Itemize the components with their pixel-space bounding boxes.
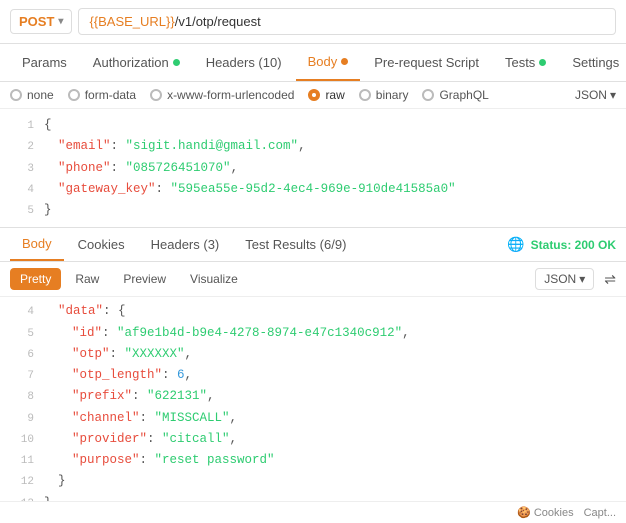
request-tab-bar: Params Authorization Headers (10) Body P… [0,44,626,82]
bottom-bar: 🍪 Cookies Capt... [0,501,626,523]
tab-tests[interactable]: Tests [493,45,558,80]
body-type-graphql[interactable]: GraphQL [422,88,488,102]
resp-line-11: 11 "purpose": "reset password" [0,450,626,471]
body-type-form-data[interactable]: form-data [68,88,136,102]
urlencoded-radio [150,89,162,101]
fmt-visualize[interactable]: Visualize [180,268,248,290]
req-line-1: 1 { [0,115,626,136]
tab-headers[interactable]: Headers (10) [194,45,294,80]
resp-json-chevron-icon: ▾ [579,272,585,286]
resp-tab-headers[interactable]: Headers (3) [139,229,232,260]
binary-radio [359,89,371,101]
resp-tab-cookies[interactable]: Cookies [66,229,137,260]
req-line-4: 4 "gateway_key": "595ea55e-95d2-4ec4-969… [0,179,626,200]
fmt-raw[interactable]: Raw [65,268,109,290]
json-dropdown[interactable]: JSON ▾ [575,88,616,102]
resp-line-12: 12 } [0,471,626,492]
globe-icon: 🌐 [507,236,524,253]
response-code-area[interactable]: 4 "data": { 5 "id": "af9e1b4d-b9e4-4278-… [0,297,626,518]
auth-dot [173,59,180,66]
method-select[interactable]: POST ▾ [10,9,72,34]
response-json-dropdown[interactable]: JSON ▾ [535,268,594,290]
graphql-radio [422,89,434,101]
response-tab-bar: Body Cookies Headers (3) Test Results (6… [0,228,626,262]
cookie-icon: 🍪 [517,506,531,519]
body-type-bar: none form-data x-www-form-urlencoded raw… [0,82,626,109]
capt-link[interactable]: Capt... [584,507,616,519]
fmt-preview[interactable]: Preview [113,268,176,290]
resp-tab-body[interactable]: Body [10,228,64,261]
req-line-5: 5 } [0,200,626,221]
resp-line-9: 9 "channel": "MISSCALL", [0,408,626,429]
resp-tab-test-results[interactable]: Test Results (6/9) [233,229,358,260]
resp-line-6: 6 "otp": "XXXXXX", [0,344,626,365]
method-label: POST [19,14,54,29]
response-status: 🌐 Status: 200 OK [507,236,616,253]
body-dot [341,58,348,65]
method-chevron-icon: ▾ [58,16,63,27]
format-bar: Pretty Raw Preview Visualize JSON ▾ ⇌ [0,262,626,297]
resp-line-5: 5 "id": "af9e1b4d-b9e4-4278-8974-e47c134… [0,323,626,344]
resp-line-10: 10 "provider": "citcall", [0,429,626,450]
url-bar: POST ▾ {{BASE_URL}}/v1/otp/request [0,0,626,44]
form-data-radio [68,89,80,101]
none-radio [10,89,22,101]
tests-dot [539,59,546,66]
url-input[interactable]: {{BASE_URL}}/v1/otp/request [78,8,616,35]
req-line-3: 3 "phone": "085726451070", [0,158,626,179]
wrap-icon[interactable]: ⇌ [604,271,616,288]
base-url: {{BASE_URL}} [89,14,174,29]
req-line-2: 2 "email": "sigit.handi@gmail.com", [0,136,626,157]
raw-radio [308,89,320,101]
tab-authorization[interactable]: Authorization [81,45,192,80]
url-path: /v1/otp/request [175,14,261,29]
json-chevron-icon: ▾ [610,88,616,102]
resp-line-7: 7 "otp_length": 6, [0,365,626,386]
resp-line-8: 8 "prefix": "622131", [0,386,626,407]
body-type-binary[interactable]: binary [359,88,409,102]
resp-line-4: 4 "data": { [0,301,626,322]
tab-params[interactable]: Params [10,45,79,80]
body-type-urlencoded[interactable]: x-www-form-urlencoded [150,88,294,102]
status-badge: Status: 200 OK [531,238,616,252]
cookies-link[interactable]: 🍪 Cookies [517,506,573,519]
request-code-area[interactable]: 1 { 2 "email": "sigit.handi@gmail.com", … [0,109,626,228]
body-type-none[interactable]: none [10,88,54,102]
body-type-raw[interactable]: raw [308,88,344,102]
tab-settings[interactable]: Settings [560,45,626,80]
tab-pre-request[interactable]: Pre-request Script [362,45,491,80]
fmt-pretty[interactable]: Pretty [10,268,61,290]
tab-body[interactable]: Body [296,44,361,81]
